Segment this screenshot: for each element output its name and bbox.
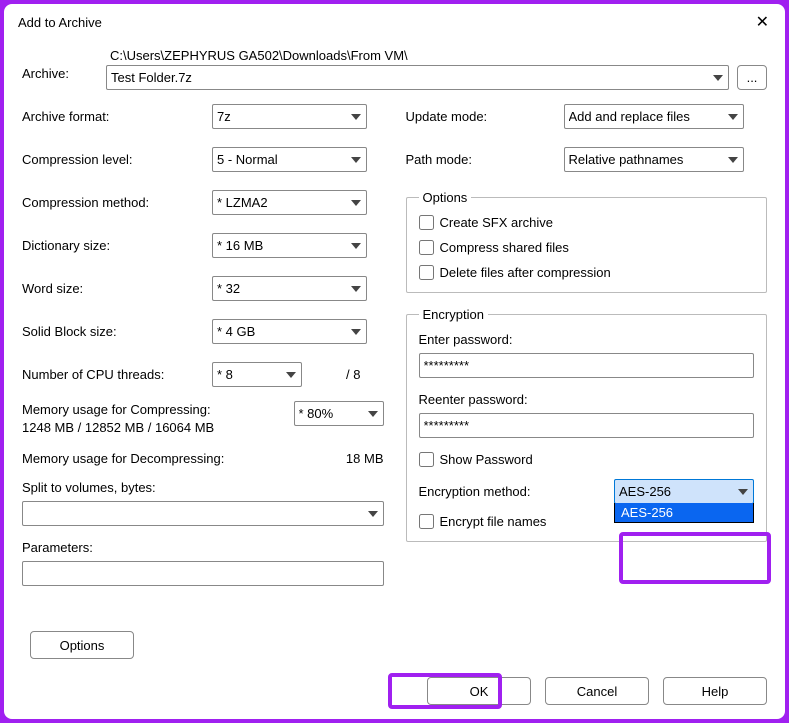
delete-checkbox[interactable] bbox=[419, 265, 434, 280]
window-title: Add to Archive bbox=[18, 15, 102, 30]
shared-label: Compress shared files bbox=[440, 240, 569, 255]
help-button[interactable]: Help bbox=[663, 677, 767, 705]
encrypt-names-checkbox[interactable] bbox=[419, 514, 434, 529]
archive-format-select[interactable]: 7z bbox=[212, 104, 367, 129]
word-size-label: Word size: bbox=[22, 281, 212, 296]
path-mode-select[interactable]: Relative pathnames bbox=[564, 147, 744, 172]
encryption-legend: Encryption bbox=[419, 307, 488, 322]
path-mode-label: Path mode: bbox=[406, 152, 564, 167]
sfx-label: Create SFX archive bbox=[440, 215, 553, 230]
reenter-password-input[interactable] bbox=[419, 413, 755, 438]
titlebar: Add to Archive ✕ bbox=[4, 4, 785, 38]
archive-format-label: Archive format: bbox=[22, 109, 212, 124]
mem-compress-select[interactable]: * 80% bbox=[294, 401, 384, 426]
add-to-archive-dialog: Add to Archive ✕ Archive: C:\Users\ZEPHY… bbox=[4, 4, 785, 719]
parameters-label: Parameters: bbox=[22, 540, 384, 555]
compression-method-label: Compression method: bbox=[22, 195, 212, 210]
archive-path: C:\Users\ZEPHYRUS GA502\Downloads\From V… bbox=[106, 48, 767, 63]
cancel-button[interactable]: Cancel bbox=[545, 677, 649, 705]
options-group: Options Create SFX archive Compress shar… bbox=[406, 190, 768, 293]
ok-button[interactable]: OK bbox=[427, 677, 531, 705]
show-password-checkbox[interactable] bbox=[419, 452, 434, 467]
dictionary-size-select[interactable]: * 16 MB bbox=[212, 233, 367, 258]
options-button[interactable]: Options bbox=[30, 631, 134, 659]
encryption-method-select[interactable]: AES-256 bbox=[614, 479, 754, 504]
delete-label: Delete files after compression bbox=[440, 265, 611, 280]
solid-block-label: Solid Block size: bbox=[22, 324, 212, 339]
encryption-method-label: Encryption method: bbox=[419, 484, 531, 499]
word-size-select[interactable]: * 32 bbox=[212, 276, 367, 301]
close-icon[interactable]: ✕ bbox=[750, 10, 775, 34]
solid-block-select[interactable]: * 4 GB bbox=[212, 319, 367, 344]
compression-level-label: Compression level: bbox=[22, 152, 212, 167]
cpu-threads-total: / 8 bbox=[346, 367, 360, 382]
encryption-method-option[interactable]: AES-256 bbox=[615, 503, 753, 522]
mem-decompress-value: 18 MB bbox=[346, 451, 384, 466]
compression-method-select[interactable]: * LZMA2 bbox=[212, 190, 367, 215]
update-mode-label: Update mode: bbox=[406, 109, 564, 124]
archive-label: Archive: bbox=[22, 48, 94, 81]
ellipsis-icon: ... bbox=[747, 70, 758, 85]
parameters-input[interactable] bbox=[22, 561, 384, 586]
shared-checkbox[interactable] bbox=[419, 240, 434, 255]
mem-compress-label: Memory usage for Compressing: bbox=[22, 401, 286, 419]
encrypt-names-label: Encrypt file names bbox=[440, 514, 547, 529]
sfx-checkbox[interactable] bbox=[419, 215, 434, 230]
cpu-threads-label: Number of CPU threads: bbox=[22, 367, 212, 382]
browse-button[interactable]: ... bbox=[737, 65, 767, 90]
compression-level-select[interactable]: 5 - Normal bbox=[212, 147, 367, 172]
split-volumes-label: Split to volumes, bytes: bbox=[22, 480, 384, 495]
mem-compress-detail: 1248 MB / 12852 MB / 16064 MB bbox=[22, 419, 286, 437]
options-legend: Options bbox=[419, 190, 472, 205]
encryption-group: Encryption Enter password: Reenter passw… bbox=[406, 307, 768, 542]
enter-password-input[interactable] bbox=[419, 353, 755, 378]
update-mode-select[interactable]: Add and replace files bbox=[564, 104, 744, 129]
show-password-label: Show Password bbox=[440, 452, 533, 467]
encryption-method-dropdown[interactable]: AES-256 bbox=[614, 503, 754, 523]
dictionary-size-label: Dictionary size: bbox=[22, 238, 212, 253]
reenter-password-label: Reenter password: bbox=[419, 392, 755, 407]
archive-filename-select[interactable]: Test Folder.7z bbox=[106, 65, 729, 90]
enter-password-label: Enter password: bbox=[419, 332, 755, 347]
mem-decompress-label: Memory usage for Decompressing: bbox=[22, 451, 224, 466]
cpu-threads-select[interactable]: * 8 bbox=[212, 362, 302, 387]
split-volumes-select[interactable] bbox=[22, 501, 384, 526]
